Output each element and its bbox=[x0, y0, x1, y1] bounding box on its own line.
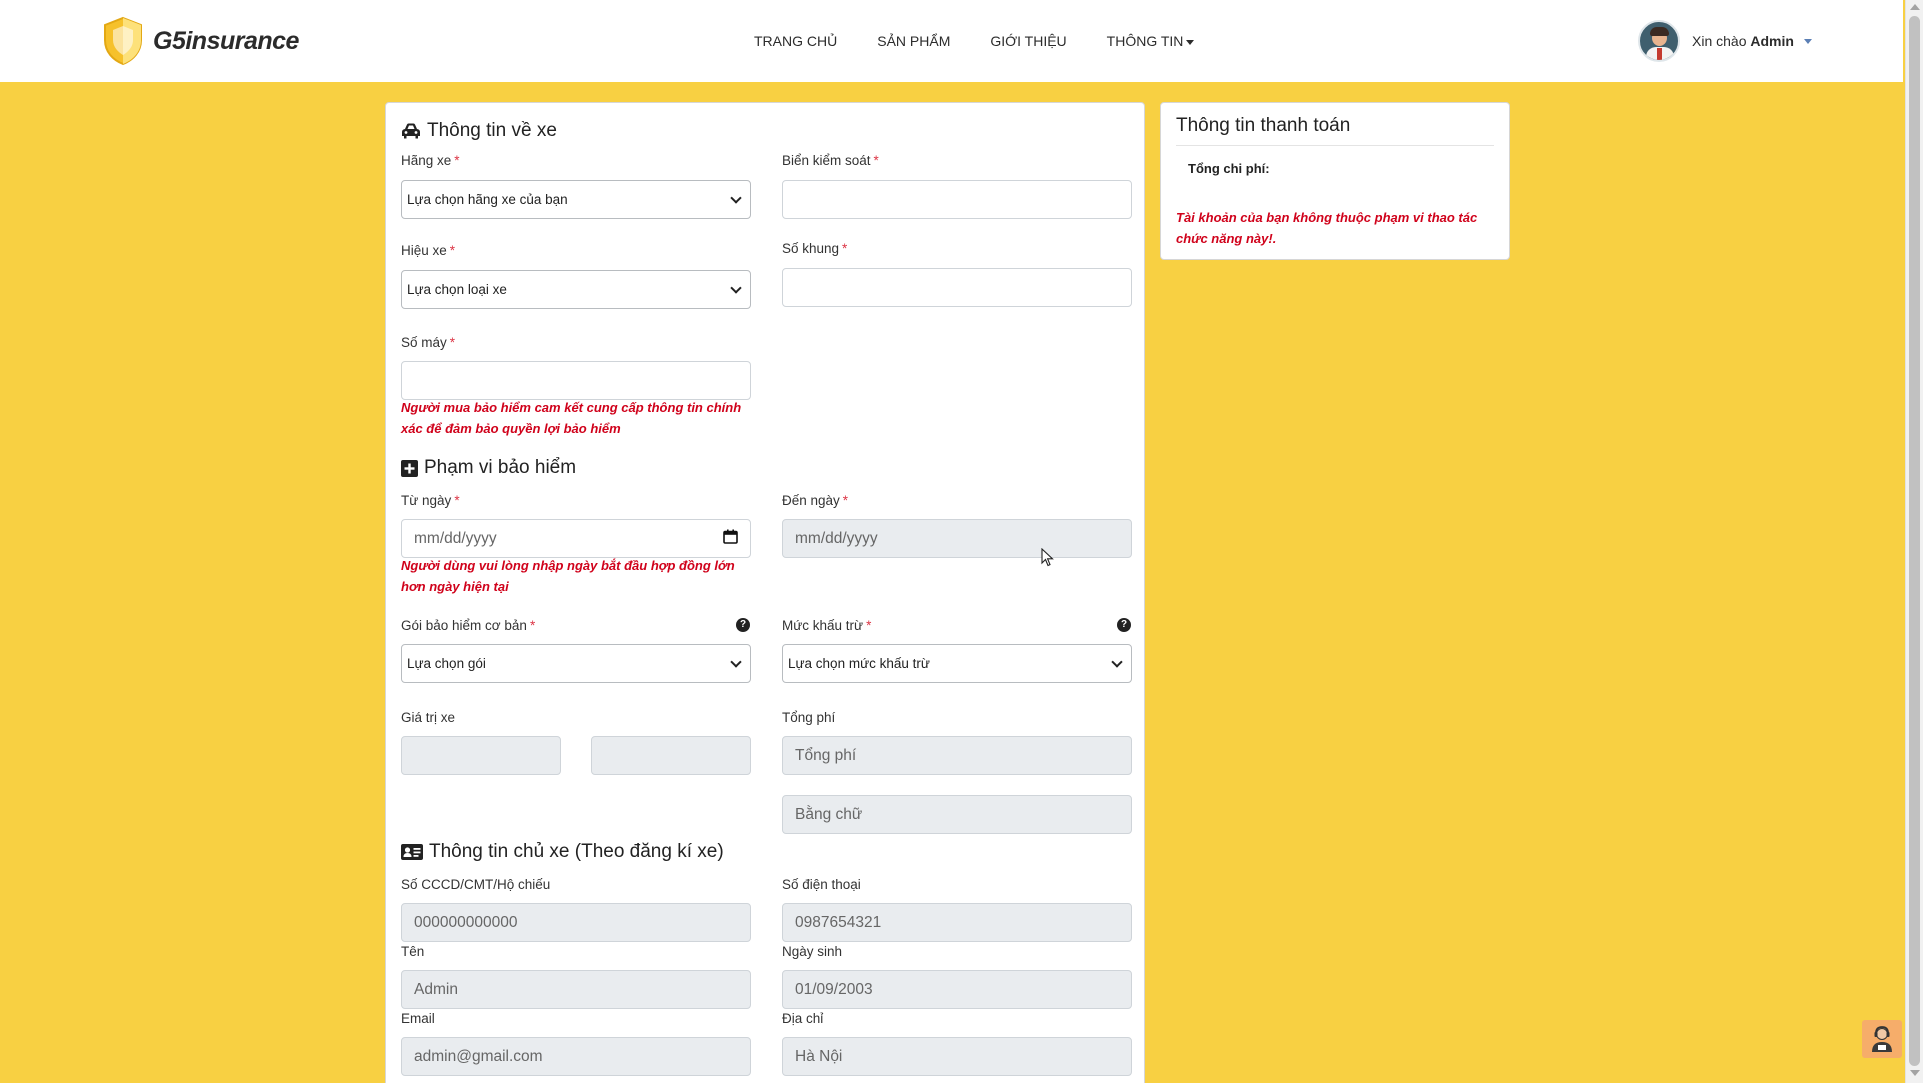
chevron-down-icon bbox=[1111, 655, 1123, 668]
package-select[interactable]: Lựa chọn gói bbox=[401, 644, 751, 683]
chassis-label: Số khung * bbox=[782, 241, 848, 256]
plate-input[interactable] bbox=[782, 180, 1132, 219]
id-card-icon bbox=[401, 844, 423, 860]
scroll-up-arrow-icon[interactable] bbox=[1910, 4, 1920, 10]
name-value: Admin bbox=[414, 980, 458, 998]
brand-select[interactable]: Lựa chọn hãng xe của bạn bbox=[401, 180, 751, 219]
phone-input: 0987654321 bbox=[782, 903, 1132, 942]
package-help-icon[interactable]: ? bbox=[736, 618, 750, 632]
scroll-down-arrow-icon[interactable] bbox=[1910, 1070, 1920, 1076]
plate-label: Biển kiểm soát * bbox=[782, 153, 879, 168]
chassis-input[interactable] bbox=[782, 268, 1132, 307]
model-label: Hiệu xe * bbox=[401, 243, 456, 258]
address-input: Hà Nội bbox=[782, 1037, 1132, 1076]
model-select[interactable]: Lựa chọn loại xe bbox=[401, 270, 751, 309]
from-date-placeholder: mm/dd/yyyy bbox=[414, 529, 497, 547]
nav-about[interactable]: GIỚI THIỆU bbox=[990, 33, 1066, 49]
nav-info-label: THÔNG TIN bbox=[1106, 33, 1184, 49]
page-scrollbar[interactable] bbox=[1905, 0, 1923, 1083]
commitment-note: Người mua bảo hiểm cam kết cung cấp thôn… bbox=[401, 400, 742, 436]
section-vehicle-info: Thông tin về xe bbox=[401, 120, 557, 142]
fee-in-words-placeholder: Bằng chữ bbox=[795, 805, 863, 823]
brand-select-value: Lựa chọn hãng xe của bạn bbox=[407, 192, 568, 207]
section-title-text: Thông tin về xe bbox=[427, 120, 557, 141]
vehicle-value-secondary-input bbox=[591, 736, 751, 775]
email-value: admin@gmail.com bbox=[414, 1047, 543, 1065]
deductible-label: Mức khấu trừ * bbox=[782, 618, 872, 633]
vehicle-value-input bbox=[401, 736, 561, 775]
deductible-select[interactable]: Lựa chọn mức khấu trừ bbox=[782, 644, 1132, 683]
engine-input[interactable] bbox=[401, 361, 751, 400]
nav-products[interactable]: SẢN PHẨM bbox=[877, 33, 950, 49]
section-coverage: Phạm vi bảo hiểm bbox=[401, 457, 576, 479]
to-date-label: Đến ngày * bbox=[782, 493, 849, 508]
address-label: Địa chỉ bbox=[782, 1011, 824, 1026]
user-greeting: Xin chào Admin bbox=[1692, 33, 1794, 49]
id-number-label: Số CCCD/CMT/Hộ chiếu bbox=[401, 877, 551, 892]
dob-value: 01/09/2003 bbox=[795, 980, 873, 998]
total-fee-label: Tổng phí bbox=[782, 710, 836, 725]
total-cost-label: Tổng chi phí: bbox=[1188, 161, 1270, 176]
dob-label: Ngày sinh bbox=[782, 944, 843, 959]
main-nav: TRANG CHỦ SẢN PHẨM GIỚI THIỆU THÔNG TIN bbox=[754, 33, 1234, 49]
top-navbar: G5insurance TRANG CHỦ SẢN PHẨM GIỚI THIỆ… bbox=[0, 0, 1903, 82]
email-label: Email bbox=[401, 1011, 435, 1026]
calendar-icon[interactable] bbox=[723, 529, 738, 549]
from-date-note: Người dùng vui lòng nhập ngày bắt đầu hợ… bbox=[401, 558, 735, 594]
vehicle-value-label: Giá trị xe bbox=[401, 710, 456, 725]
user-name: Admin bbox=[1750, 33, 1794, 49]
engine-label: Số máy * bbox=[401, 335, 456, 350]
shield-logo-icon bbox=[104, 16, 142, 66]
package-select-value: Lựa chọn gói bbox=[407, 656, 486, 671]
mouse-cursor-icon bbox=[1041, 547, 1055, 573]
from-date-input[interactable]: mm/dd/yyyy bbox=[401, 519, 751, 558]
address-value: Hà Nội bbox=[795, 1047, 843, 1065]
id-number-input: 000000000000 bbox=[401, 903, 751, 942]
caret-down-icon bbox=[1803, 38, 1812, 44]
scroll-thumb[interactable] bbox=[1909, 16, 1920, 1066]
plus-square-icon bbox=[401, 459, 418, 477]
user-menu[interactable]: Xin chào Admin bbox=[1638, 20, 1812, 62]
nav-home[interactable]: TRANG CHỦ bbox=[754, 33, 837, 49]
brand-label: Hãng xe * bbox=[401, 153, 460, 168]
id-number-value: 000000000000 bbox=[414, 913, 518, 931]
dob-input: 01/09/2003 bbox=[782, 970, 1132, 1009]
deductible-help-icon[interactable]: ? bbox=[1117, 618, 1131, 632]
chevron-down-icon bbox=[730, 191, 742, 204]
deductible-select-value: Lựa chọn mức khấu trừ bbox=[788, 656, 930, 671]
car-icon bbox=[401, 123, 421, 139]
from-date-label: Từ ngày * bbox=[401, 493, 460, 508]
permission-warning: Tài khoản của bạn không thuộc phạm vi th… bbox=[1176, 210, 1478, 246]
caret-down-icon bbox=[1186, 39, 1195, 45]
total-fee-input: Tổng phí bbox=[782, 736, 1132, 775]
email-input: admin@gmail.com bbox=[401, 1037, 751, 1076]
divider bbox=[1176, 145, 1494, 146]
support-agent-icon bbox=[1872, 1026, 1892, 1052]
phone-value: 0987654321 bbox=[795, 913, 882, 931]
to-date-placeholder: mm/dd/yyyy bbox=[795, 529, 878, 547]
fee-in-words-input: Bằng chữ bbox=[782, 795, 1132, 834]
payment-title: Thông tin thanh toán bbox=[1176, 115, 1351, 136]
brand-logo[interactable]: G5insurance bbox=[101, 16, 299, 66]
to-date-input: mm/dd/yyyy bbox=[782, 519, 1132, 558]
nav-info-dropdown[interactable]: THÔNG TIN bbox=[1107, 33, 1195, 49]
section-owner-info: Thông tin chủ xe (Theo đăng kí xe) bbox=[401, 841, 724, 863]
name-label: Tên bbox=[401, 944, 425, 959]
brand-name: G5insurance bbox=[153, 26, 299, 55]
total-fee-placeholder: Tổng phí bbox=[795, 746, 857, 764]
avatar bbox=[1638, 20, 1680, 62]
support-chat-button[interactable] bbox=[1862, 1020, 1902, 1058]
phone-label: Số điện thoại bbox=[782, 877, 861, 892]
payment-info-card: Thông tin thanh toán Tổng chi phí: Tài k… bbox=[1160, 102, 1510, 260]
section-title-text: Thông tin chủ xe (Theo đăng kí xe) bbox=[429, 841, 724, 862]
greeting-prefix: Xin chào bbox=[1692, 33, 1747, 49]
insurance-form-card: Thông tin về xe Hãng xe * Lựa chọn hãng x… bbox=[385, 102, 1145, 1083]
package-label: Gói bảo hiểm cơ bản * bbox=[401, 618, 536, 633]
section-title-text: Phạm vi bảo hiểm bbox=[424, 457, 577, 478]
model-select-value: Lựa chọn loại xe bbox=[407, 282, 507, 297]
chevron-down-icon bbox=[730, 281, 742, 294]
name-input: Admin bbox=[401, 970, 751, 1009]
chevron-down-icon bbox=[730, 655, 742, 668]
